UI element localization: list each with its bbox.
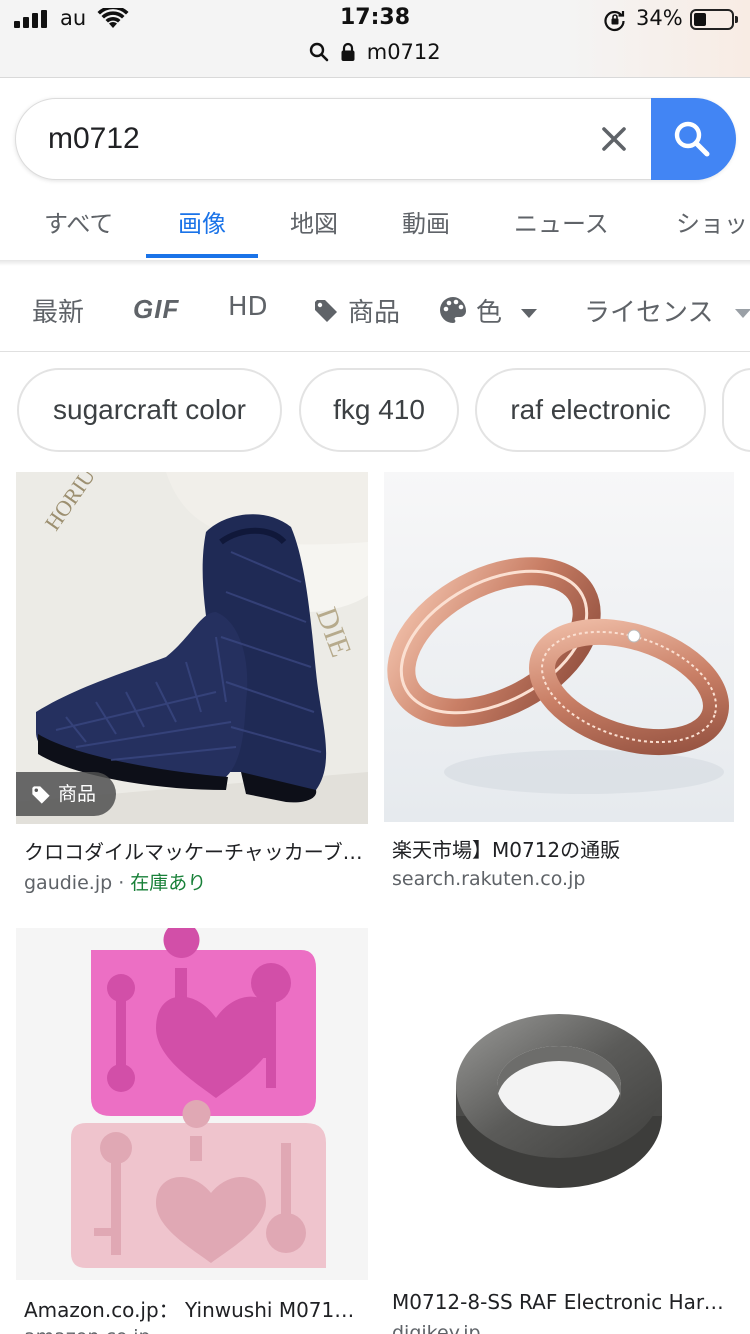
tab-shopping[interactable]: ショッ <box>676 204 748 239</box>
search-input[interactable] <box>48 117 568 161</box>
result-domain: digikey.jp <box>392 1322 481 1334</box>
clear-search-button[interactable] <box>596 121 632 157</box>
product-badge-label: 商品 <box>58 783 97 805</box>
result-title: Amazon.co.jp： Yinwushi M0712 … <box>24 1298 364 1322</box>
product-badge: 商品 <box>16 772 116 816</box>
palette-icon <box>440 297 466 323</box>
filter-color[interactable]: 色 <box>438 292 538 329</box>
suggestion-chip[interactable]: sugarcraft color <box>17 368 282 452</box>
image-result[interactable]: Amazon.co.jp： Yinwushi M0712 … amazon.co… <box>16 928 368 1334</box>
status-bar: au 17:38 m0712 34% <box>0 0 750 78</box>
filter-hd[interactable]: HD <box>228 292 268 322</box>
image-filter-bar: 最新 GIF HD 商品 色 ライセンス <box>0 266 750 352</box>
separator: · <box>112 872 131 894</box>
tab-images[interactable]: 画像 <box>178 204 226 239</box>
active-tab-indicator <box>146 254 258 258</box>
filter-products-label: 商品 <box>348 298 401 328</box>
filter-gif[interactable]: GIF <box>133 294 179 325</box>
result-source: gaudie.jp · 在庫あり <box>24 868 206 895</box>
search-tabs: すべて 画像 地図 動画 ニュース ショッ <box>0 188 750 260</box>
filter-latest[interactable]: 最新 <box>32 292 84 329</box>
search-button[interactable] <box>651 98 736 180</box>
address-url: m0712 <box>366 40 441 64</box>
tag-icon <box>32 786 50 804</box>
result-title: 楽天市場】M0712の通販 <box>392 838 621 862</box>
tab-all[interactable]: すべて <box>44 204 113 239</box>
tag-icon <box>315 300 337 322</box>
close-icon <box>602 127 626 151</box>
suggestion-chip[interactable]: fkg 410 <box>299 368 459 452</box>
result-domain: search.rakuten.co.jp <box>392 868 586 890</box>
search-icon <box>674 121 710 157</box>
tab-videos[interactable]: 動画 <box>402 204 450 239</box>
result-title: クロコダイルマッケーチャッカーブ… <box>24 840 363 864</box>
result-domain: amazon.co.jp <box>24 1326 151 1334</box>
lock-icon <box>341 42 355 61</box>
filter-products[interactable]: 商品 <box>312 292 400 329</box>
suggestion-chip[interactable]: raf electronic <box>475 368 706 452</box>
result-thumbnail <box>384 472 734 822</box>
battery-percent: 34% <box>636 6 683 30</box>
filter-license[interactable]: ライセンス <box>584 292 750 329</box>
filter-color-label: 色 <box>476 298 503 328</box>
stock-status: 在庫あり <box>130 872 207 894</box>
rotation-lock-icon <box>604 10 625 32</box>
address-bar[interactable]: m0712 <box>0 40 750 64</box>
search-box <box>15 98 736 180</box>
image-result[interactable]: HORIU DIE 商品 クロコダイルマッケーチャッカーブ… gaudie.jp… <box>16 472 368 912</box>
tab-maps[interactable]: 地図 <box>290 204 338 239</box>
image-result[interactable]: 楽天市場】M0712の通販 search.rakuten.co.jp <box>384 472 734 912</box>
suggestion-chip-partial[interactable] <box>722 368 750 452</box>
result-title: M0712-8-SS RAF Electronic Hardw… <box>392 1290 730 1314</box>
result-thumbnail <box>16 928 368 1280</box>
caret-down-icon <box>734 309 750 318</box>
battery-icon <box>690 9 738 30</box>
caret-down-icon <box>521 309 538 318</box>
result-thumbnail <box>384 926 734 1276</box>
search-icon <box>310 42 329 62</box>
filter-license-label: ライセンス <box>584 298 714 328</box>
result-domain: gaudie.jp <box>24 872 113 894</box>
tab-news[interactable]: ニュース <box>514 204 609 239</box>
image-result[interactable]: M0712-8-SS RAF Electronic Hardw… digikey… <box>384 926 734 1334</box>
